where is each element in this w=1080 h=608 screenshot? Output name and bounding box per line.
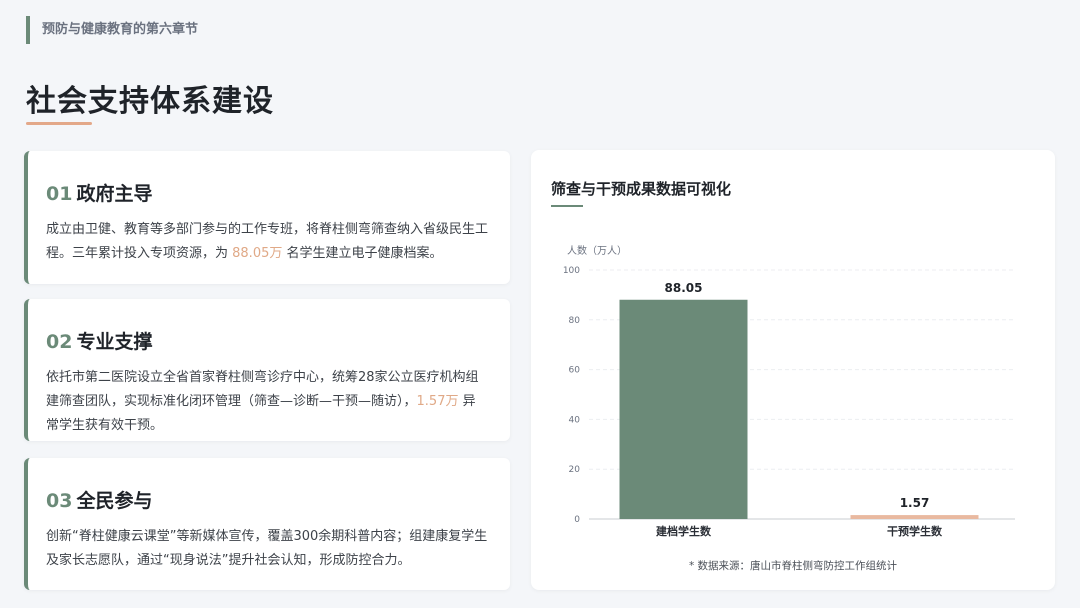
card-text-before: 创新“脊柱健康云课堂”等新媒体宣传，覆盖300余期科普内容；组建康复学生及家长志… xyxy=(46,529,488,568)
chart-panel: 筛查与干预成果数据可视化 人数（万人） 0 20 40 60 80 100 88.05 建档学生… xyxy=(531,150,1055,590)
card-number: 03 xyxy=(46,490,73,512)
card-text: 创新“脊柱健康云课堂”等新媒体宣传，覆盖300余期科普内容；组建康复学生及家长志… xyxy=(46,525,488,573)
x-tick-label: 干预学生数 xyxy=(887,524,943,538)
card-heading: 03 全民参与 xyxy=(46,486,488,513)
bar-value-label: 1.57 xyxy=(900,496,930,510)
y-tick-label: 80 xyxy=(569,316,581,326)
card-title: 专业支撑 xyxy=(76,331,153,353)
bar-chart: 人数（万人） 0 20 40 60 80 100 88.05 建档学生数 1.57 干预学生数 xyxy=(563,244,1015,538)
title-underline xyxy=(26,122,92,125)
bar-value-label: 88.05 xyxy=(665,281,703,295)
card-text-after: 名学生建立电子健康档案。 xyxy=(282,246,443,261)
card-title: 政府主导 xyxy=(76,183,153,205)
chapter-label: 预防与健康教育的第六章节 xyxy=(26,16,198,44)
bar xyxy=(850,515,979,519)
card-text: 成立由卫健、教育等多部门参与的工作专班，将脊柱侧弯筛查纳入省级民生工程。三年累计… xyxy=(46,218,488,266)
page-title: 社会支持体系建设 xyxy=(26,84,274,119)
card-number: 01 xyxy=(46,183,73,205)
card-heading: 01 政府主导 xyxy=(46,179,488,206)
y-tick-label: 20 xyxy=(569,465,581,475)
highlight-value: 88.05万 xyxy=(232,246,283,261)
y-axis-label: 人数（万人） xyxy=(567,244,627,257)
card-government: 01 政府主导 成立由卫健、教育等多部门参与的工作专班，将脊柱侧弯筛查纳入省级民生… xyxy=(24,151,510,284)
highlight-value: 1.57万 xyxy=(416,394,459,409)
card-text: 依托市第二医院设立全省首家脊柱侧弯诊疗中心，统筹28家公立医疗机构组建筛查团队，… xyxy=(46,366,488,438)
card-number: 02 xyxy=(46,331,73,353)
card-text-before: 依托市第二医院设立全省首家脊柱侧弯诊疗中心，统筹28家公立医疗机构组建筛查团队，… xyxy=(46,370,479,409)
card-public: 03 全民参与 创新“脊柱健康云课堂”等新媒体宣传，覆盖300余期科普内容；组建康… xyxy=(24,458,510,590)
x-tick-label: 建档学生数 xyxy=(656,524,712,538)
y-tick-label: 100 xyxy=(563,266,580,276)
bar xyxy=(619,299,748,519)
card-professional: 02 专业支撑 依托市第二医院设立全省首家脊柱侧弯诊疗中心，统筹28家公立医疗机构… xyxy=(24,299,510,441)
y-tick-label: 0 xyxy=(574,515,580,525)
y-tick-label: 60 xyxy=(569,366,581,376)
card-heading: 02 专业支撑 xyxy=(46,327,488,354)
y-tick-label: 40 xyxy=(569,415,581,425)
data-source-note: * 数据来源：唐山市脊柱侧弯防控工作组统计 xyxy=(688,560,898,572)
card-title: 全民参与 xyxy=(76,490,153,512)
